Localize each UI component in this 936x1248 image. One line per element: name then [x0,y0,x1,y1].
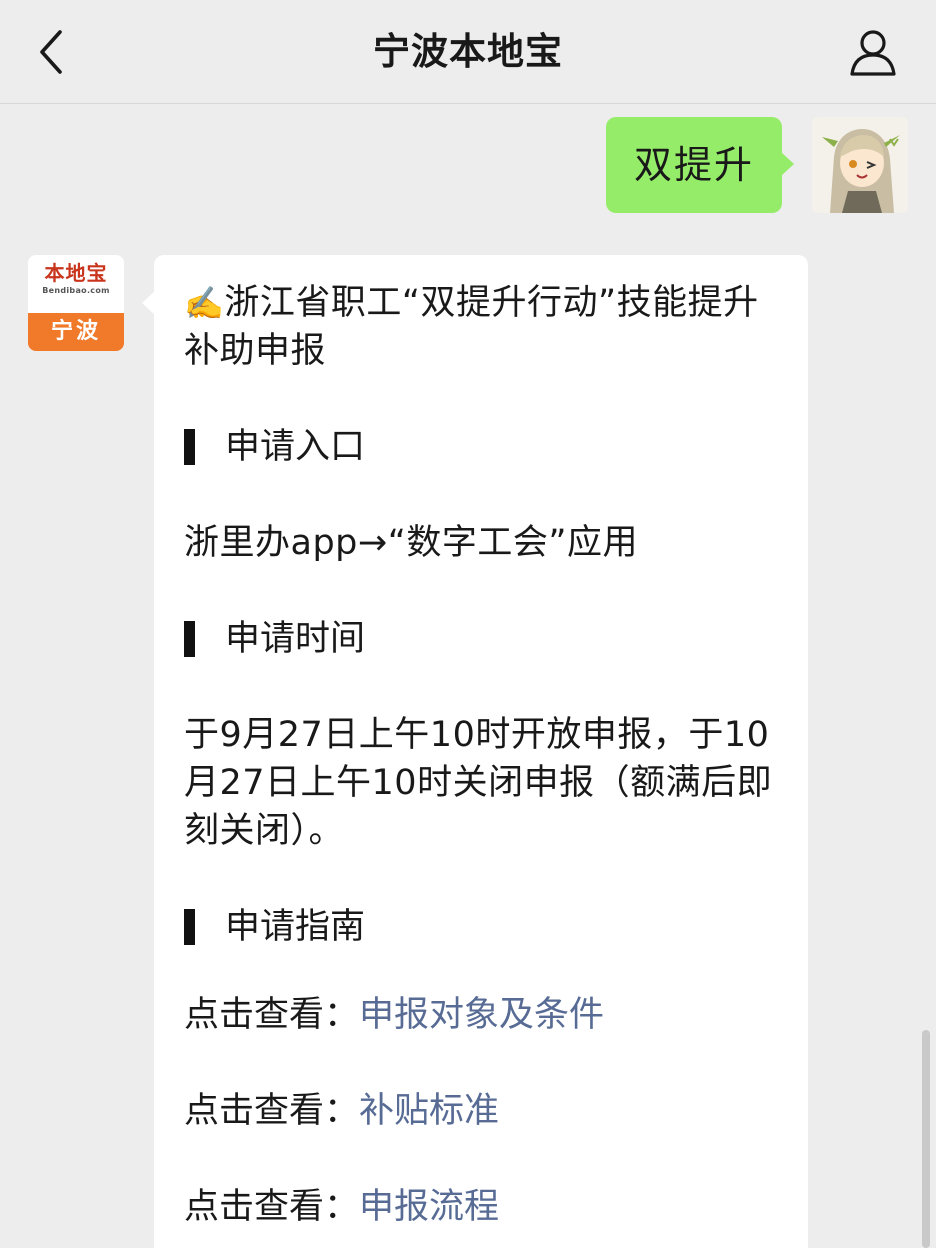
section-heading-time: 申请时间 [184,615,778,663]
outgoing-message-text: 双提升 [633,143,754,187]
guide-link-row-standard: 点击查看：补贴标准 [184,1087,778,1135]
link-prefix: 点击查看： [184,1091,360,1131]
link-prefix: 点击查看： [184,1187,360,1227]
logo-brand-url: Bendibao.com [42,286,110,295]
writing-hand-icon: ✍️ [184,284,225,322]
user-profile-icon[interactable] [844,24,902,82]
chat-area[interactable]: 双提升 本地宝 Bendibao.com 宁波 ✍️浙江省职工“双提升行动”技能… [0,105,936,1248]
guide-link-row-conditions: 点击查看：申报对象及条件 [184,991,778,1039]
outgoing-message-bubble[interactable]: 双提升 [606,117,794,213]
message-title-text: 浙江省职工“双提升行动”技能提升补助申报 [184,283,759,371]
link-conditions[interactable]: 申报对象及条件 [359,995,604,1035]
logo-city-label: 宁波 [28,313,124,351]
section-body-time: 于9月27日上午10时开放申报，于10月27日上午10时关闭申报（额满后即刻关闭… [184,715,773,851]
section-bar-marker [184,429,195,465]
message-title: ✍️浙江省职工“双提升行动”技能提升补助申报 [184,279,778,375]
scrollbar[interactable] [922,1030,930,1248]
incoming-message-bubble[interactable]: ✍️浙江省职工“双提升行动”技能提升补助申报 申请入口 浙里办app→“数字工会… [142,255,808,1248]
section-bar-marker [184,621,195,657]
guide-link-row-process: 点击查看：申报流程 [184,1183,778,1231]
chat-screen: 宁波本地宝 双提升 本地宝 Bendibao.com 宁波 ✍️浙江省职工“双提… [0,0,936,1248]
section-bar-marker [184,909,195,945]
section-heading-text: 申请入口 [225,427,366,467]
link-prefix: 点击查看： [184,995,360,1035]
navbar: 宁波本地宝 [0,0,936,104]
logo-brand-block: 本地宝 Bendibao.com [28,255,124,313]
logo-brand-name: 本地宝 [44,263,108,285]
section-heading-text: 申请指南 [225,907,366,947]
section-heading-entry: 申请入口 [184,423,778,471]
section-body-entry: 浙里办app→“数字工会”应用 [184,523,638,563]
section-heading-text: 申请时间 [225,619,366,659]
user-avatar[interactable] [812,117,908,213]
section-heading-guide: 申请指南 [184,903,778,951]
bendibao-logo-avatar[interactable]: 本地宝 Bendibao.com 宁波 [28,255,124,351]
link-subsidy-standard[interactable]: 补贴标准 [359,1091,499,1131]
page-title: 宁波本地宝 [373,30,563,73]
link-application-process[interactable]: 申报流程 [359,1187,499,1227]
